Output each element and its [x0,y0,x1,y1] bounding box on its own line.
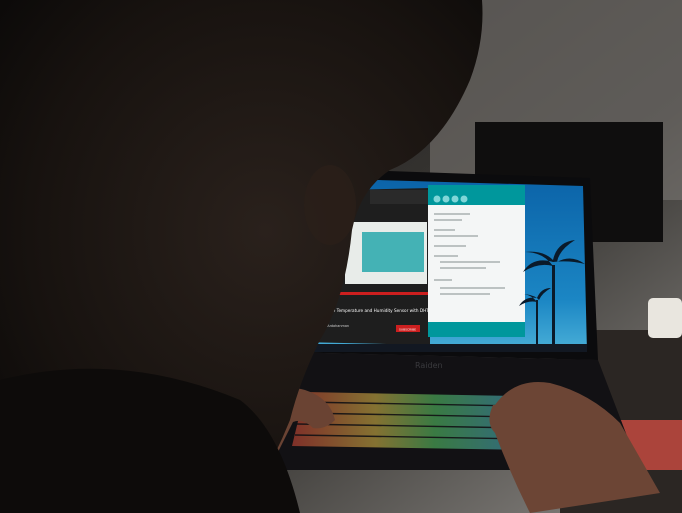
laptop-brand: Raiden [415,361,443,370]
browser-tabbar [370,190,430,204]
video-title: Portable Temperature and Humidity Sensor… [318,308,434,313]
arduino-new-icon [451,195,459,203]
arduino-verify-icon [433,195,441,203]
subscribe-label: SUBSCRIBE [399,328,416,332]
video-arduino-window [362,232,424,272]
arduino-console [428,322,525,337]
arduino-ide [428,185,525,337]
photo-scene: Portable Temperature and Humidity Sensor… [0,0,682,513]
mug [648,298,682,338]
ear [304,165,356,245]
arduino-open-icon [460,195,468,203]
arduino-upload-icon [442,195,450,203]
arduino-toolbar [428,185,525,205]
taskbar [292,344,587,352]
